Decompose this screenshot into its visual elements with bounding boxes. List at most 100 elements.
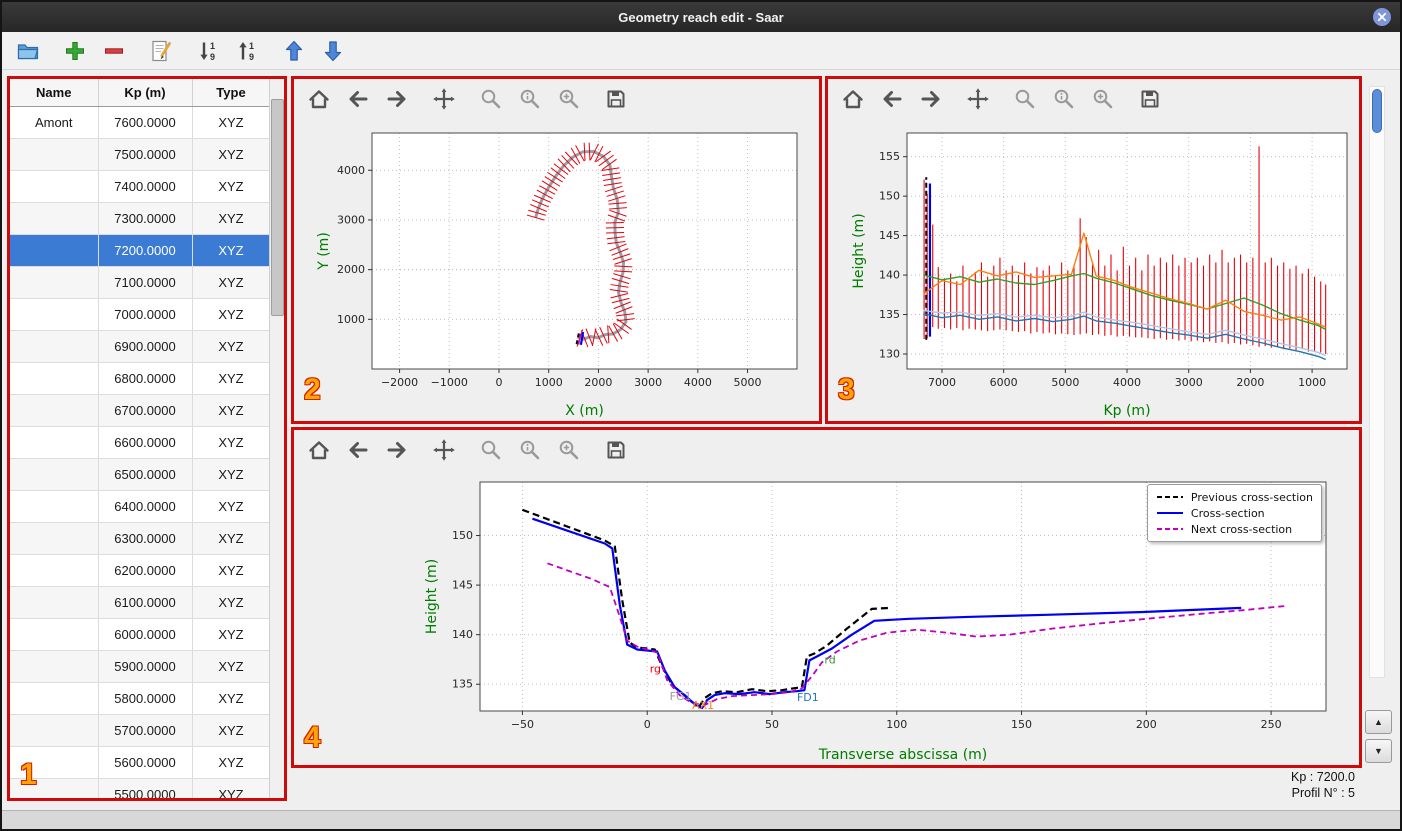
table-cell[interactable]: 6500.0000 [98,458,193,491]
table-cell[interactable]: XYZ [192,426,270,459]
table-row[interactable]: 7200.0000 XYZ [10,234,270,267]
table-cell[interactable] [10,426,99,459]
table-cell[interactable]: XYZ [192,234,270,267]
plot-info-button[interactable] [517,86,543,112]
sort-descending-button[interactable] [194,37,221,64]
longitudinal-profile-chart[interactable]: 7000 6000 5000 4000 3000 2000 1000 130 135 140 145… [828,119,1359,421]
window-scrollbar-thumb[interactable] [1372,89,1382,133]
table-cell[interactable]: 6300.0000 [98,522,193,555]
table-row[interactable]: 6500.0000 XYZ [10,458,270,491]
table-cell[interactable] [10,490,99,523]
table-cell[interactable]: 6600.0000 [98,426,193,459]
table-cell[interactable]: 5800.0000 [98,682,193,715]
table-row[interactable]: 7500.0000 XYZ [10,138,270,171]
forward-button[interactable] [918,86,944,112]
table-cell[interactable] [10,618,99,651]
save-figure-button[interactable] [1137,86,1163,112]
table-row[interactable]: 6700.0000 XYZ [10,394,270,427]
table-cell[interactable]: 6200.0000 [98,554,193,587]
table-cell[interactable]: 7300.0000 [98,202,193,235]
table-cell[interactable]: 7500.0000 [98,138,193,171]
next-profile-button[interactable]: ▼ [1365,739,1392,763]
previous-profile-button[interactable]: ▲ [1365,710,1392,734]
table-cell[interactable]: 6100.0000 [98,586,193,619]
table-row[interactable]: 5500.0000 XYZ [10,778,270,798]
pan-button[interactable] [431,437,457,463]
zoom-button[interactable] [1012,86,1038,112]
table-cell[interactable]: 5500.0000 [98,778,193,798]
zoom-settings-button[interactable] [1090,86,1116,112]
table-row[interactable]: 6300.0000 XYZ [10,522,270,555]
table-cell[interactable] [10,714,99,747]
home-button[interactable] [840,86,866,112]
table-cell[interactable]: 6900.0000 [98,330,193,363]
move-up-button[interactable] [280,37,307,64]
table-scrollbar-thumb[interactable] [271,99,284,316]
add-section-button[interactable] [61,37,88,64]
table-row[interactable]: 7100.0000 XYZ [10,266,270,299]
table-cell[interactable]: 7600.0000 [98,106,193,139]
table-cell[interactable]: 6400.0000 [98,490,193,523]
pan-button[interactable] [431,86,457,112]
table-row[interactable]: Amont 7600.0000 XYZ [10,106,270,139]
open-file-button[interactable] [14,37,41,64]
table-row[interactable]: 6000.0000 XYZ [10,618,270,651]
table-cell[interactable]: XYZ [192,650,270,683]
table-cell[interactable]: 7000.0000 [98,298,193,331]
plan-view-chart[interactable]: −2000 −1000 0 1000 2000 3000 4000 5000 1000 2000 3… [294,119,819,421]
table-row[interactable]: 5800.0000 XYZ [10,682,270,715]
table-row[interactable]: 6100.0000 XYZ [10,586,270,619]
sort-ascending-button[interactable] [233,37,260,64]
table-cell[interactable]: XYZ [192,682,270,715]
plan-view-plot[interactable]: −2000 −1000 0 1000 2000 3000 4000 5000 1000 2000 3… [294,119,819,421]
table-cell[interactable]: XYZ [192,394,270,427]
edit-section-button[interactable] [147,37,174,64]
table-cell[interactable] [10,650,99,683]
move-down-button[interactable] [319,37,346,64]
table-cell[interactable] [10,394,99,427]
table-cell[interactable]: XYZ [192,362,270,395]
table-row[interactable]: 6900.0000 XYZ [10,330,270,363]
table-cell[interactable] [10,202,99,235]
table-cell[interactable]: XYZ [192,202,270,235]
table-cell[interactable]: 5900.0000 [98,650,193,683]
table-row[interactable]: 5700.0000 XYZ [10,714,270,747]
zoom-settings-button[interactable] [556,437,582,463]
table-cell[interactable]: XYZ [192,618,270,651]
forward-button[interactable] [384,86,410,112]
table-cell[interactable]: XYZ [192,778,270,798]
save-figure-button[interactable] [603,86,629,112]
forward-button[interactable] [384,437,410,463]
back-button[interactable] [345,86,371,112]
table-cell[interactable]: 7200.0000 [98,234,193,267]
table-row[interactable]: 5600.0000 XYZ [10,746,270,779]
cross-section-plot[interactable]: −50 0 50 100 150 200 250 135 140 145 150 Transverse… [294,470,1359,765]
home-button[interactable] [306,437,332,463]
zoom-button[interactable] [478,437,504,463]
table-row[interactable]: 6400.0000 XYZ [10,490,270,523]
table-cell[interactable] [10,682,99,715]
table-cell[interactable] [10,554,99,587]
pan-button[interactable] [965,86,991,112]
table-cell[interactable] [10,170,99,203]
table-cell[interactable]: XYZ [192,522,270,555]
table-cell[interactable]: 7100.0000 [98,266,193,299]
back-button[interactable] [879,86,905,112]
table-cell[interactable]: XYZ [192,458,270,491]
table-cell[interactable] [10,330,99,363]
table-cell[interactable]: 5700.0000 [98,714,193,747]
table-cell[interactable] [10,298,99,331]
table-cell[interactable]: XYZ [192,138,270,171]
table-cell[interactable]: XYZ [192,490,270,523]
table-cell[interactable]: XYZ [192,714,270,747]
close-button[interactable] [1372,7,1392,27]
table-row[interactable]: 7000.0000 XYZ [10,298,270,331]
table-row[interactable]: 6800.0000 XYZ [10,362,270,395]
plot-info-button[interactable] [1051,86,1077,112]
table-row[interactable]: 7400.0000 XYZ [10,170,270,203]
save-figure-button[interactable] [603,437,629,463]
remove-section-button[interactable] [100,37,127,64]
plot-info-button[interactable] [517,437,543,463]
table-cell[interactable] [10,266,99,299]
table-cell[interactable]: XYZ [192,554,270,587]
